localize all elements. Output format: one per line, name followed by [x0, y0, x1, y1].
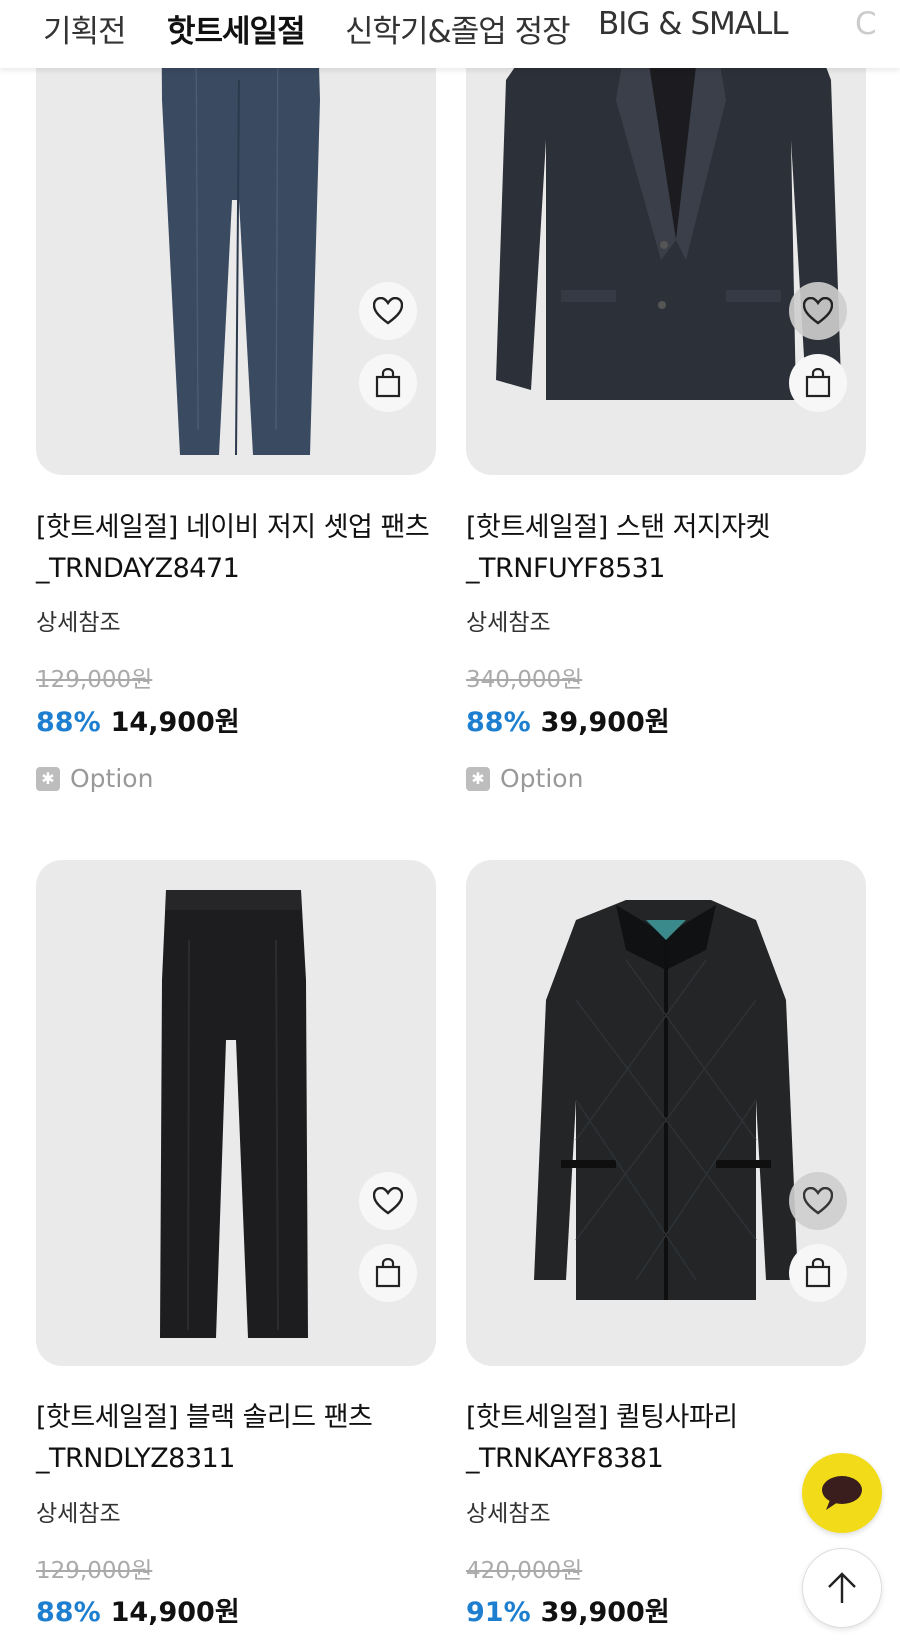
tab-hot-sale[interactable]: 핫트세일절	[167, 6, 306, 51]
product-image[interactable]	[36, 0, 436, 475]
wishlist-button[interactable]	[359, 1172, 417, 1230]
sale-price: 14,900원	[110, 1597, 240, 1628]
category-tab-bar: 기획전 핫트세일절 신학기&졸업 정장 BIG & SMALL C	[0, 0, 900, 68]
shopping-bag-icon	[805, 1258, 831, 1288]
add-to-cart-button[interactable]	[789, 354, 847, 412]
original-price: 340,000원	[466, 667, 583, 693]
discount-rate: 91%	[466, 1597, 531, 1628]
option-badge: ✱ Option	[36, 764, 153, 793]
product-subtitle: 상세참조	[36, 1501, 121, 1527]
heart-icon	[803, 297, 833, 325]
wishlist-button[interactable]	[789, 1172, 847, 1230]
product-title[interactable]: [핫트세일절] 블랙 솔리드 팬츠 _TRNDLYZ8311	[36, 1397, 446, 1479]
tab-new-semester-suit[interactable]: 신학기&졸업 정장	[345, 6, 571, 51]
product-title[interactable]: [핫트세일절] 스탠 저지자켓 _TRNFUYF8531	[466, 507, 876, 589]
price-line: 88% 14,900원	[36, 700, 240, 739]
wishlist-button[interactable]	[359, 282, 417, 340]
shopping-bag-icon	[375, 1258, 401, 1288]
heart-icon	[803, 1187, 833, 1215]
tab-more[interactable]: C	[855, 6, 877, 42]
shopping-bag-icon	[375, 368, 401, 398]
product-image[interactable]	[466, 860, 866, 1366]
add-to-cart-button[interactable]	[359, 354, 417, 412]
chat-button[interactable]	[802, 1453, 882, 1533]
heart-icon	[373, 297, 403, 325]
product-image[interactable]	[36, 860, 436, 1366]
arrow-up-icon	[828, 1572, 856, 1603]
price-line: 88% 14,900원	[36, 1590, 240, 1629]
product-title[interactable]: [핫트세일절] 네이비 저지 셋업 팬츠 _TRNDAYZ8471	[36, 507, 446, 589]
option-badge: ✱ Option	[466, 764, 583, 793]
product-image[interactable]	[466, 0, 866, 475]
heart-icon	[373, 1187, 403, 1215]
scroll-to-top-button[interactable]	[802, 1548, 882, 1628]
option-icon: ✱	[36, 766, 60, 791]
sale-price: 39,900원	[540, 707, 670, 738]
sale-price: 39,900원	[540, 1597, 670, 1628]
original-price: 129,000원	[36, 667, 153, 693]
discount-rate: 88%	[466, 707, 531, 738]
speech-bubble-icon	[822, 1476, 862, 1510]
shopping-bag-icon	[805, 368, 831, 398]
tab-exhibition[interactable]: 기획전	[43, 6, 127, 51]
add-to-cart-button[interactable]	[359, 1244, 417, 1302]
product-subtitle: 상세참조	[36, 610, 121, 636]
discount-rate: 88%	[36, 707, 101, 738]
add-to-cart-button[interactable]	[789, 1244, 847, 1302]
discount-rate: 88%	[36, 1597, 101, 1628]
sale-price: 14,900원	[110, 707, 240, 738]
product-subtitle: 상세참조	[466, 610, 551, 636]
wishlist-button[interactable]	[789, 282, 847, 340]
price-line: 88% 39,900원	[466, 700, 670, 739]
tab-big-small[interactable]: BIG & SMALL	[598, 6, 788, 42]
option-icon: ✱	[466, 766, 490, 791]
price-line: 91% 39,900원	[466, 1590, 670, 1629]
original-price: 420,000원	[466, 1558, 583, 1584]
original-price: 129,000원	[36, 1558, 153, 1584]
product-subtitle: 상세참조	[466, 1501, 551, 1527]
